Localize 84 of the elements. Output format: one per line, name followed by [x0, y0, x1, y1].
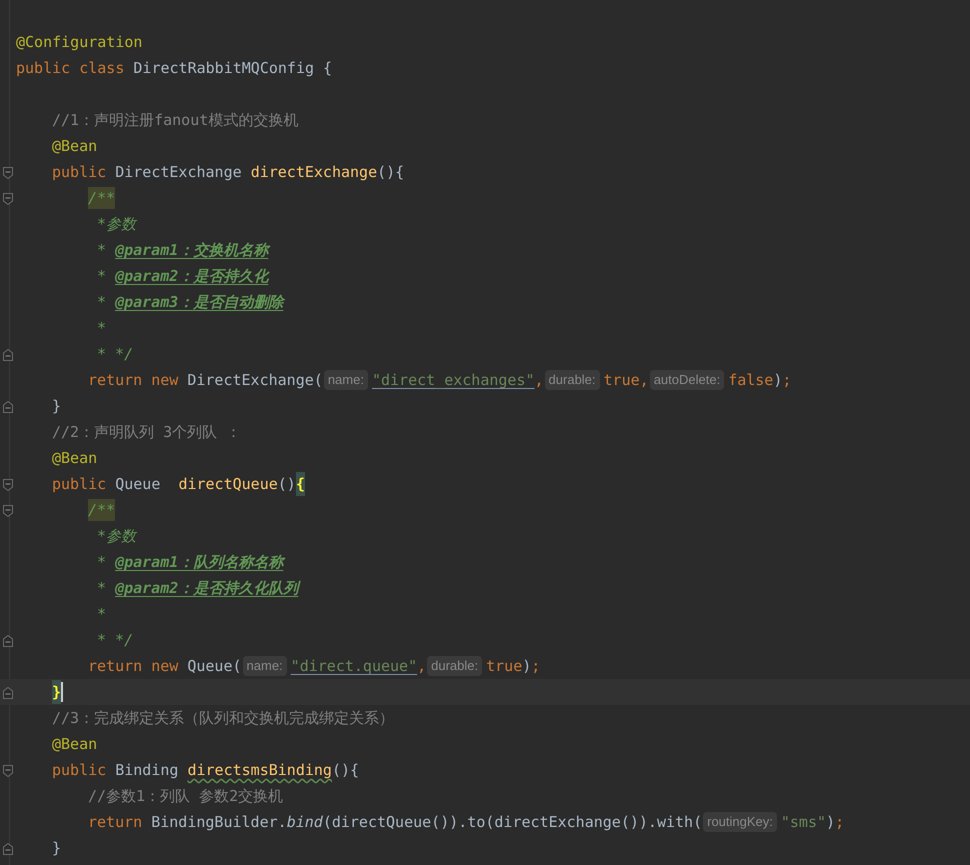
code-text: ()	[278, 474, 296, 495]
annotation: @Bean	[52, 448, 98, 469]
doc-comment: * */	[97, 344, 134, 365]
code-text: }	[52, 396, 62, 417]
keyword: public	[52, 162, 108, 183]
doc-comment: *参数	[97, 526, 136, 547]
code-text: DirectExchange(	[187, 370, 323, 391]
doc-comment: *	[97, 266, 108, 287]
annotation: @Bean	[52, 136, 98, 157]
keyword: public	[52, 760, 108, 781]
doc-comment: *	[97, 318, 106, 339]
string-literal: "direct_exchanges"	[372, 370, 535, 391]
fold-icon[interactable]	[3, 764, 13, 776]
parameter-hint: autoDelete:	[650, 370, 724, 390]
keyword: ,	[534, 370, 544, 391]
code-text: )	[826, 812, 836, 833]
code-text: BindingBuilder.	[151, 812, 287, 833]
fold-icon[interactable]	[3, 192, 13, 204]
fold-icon[interactable]	[3, 166, 13, 178]
brace: }	[52, 680, 62, 704]
doc-comment: *	[97, 552, 108, 573]
code-text: (){	[332, 760, 360, 781]
code-editor[interactable]	[0, 0, 970, 865]
string-literal: "sms"	[780, 812, 826, 833]
keyword: return new	[88, 370, 180, 391]
fold-icon[interactable]	[3, 504, 13, 516]
keyword: public class	[16, 58, 126, 79]
parameter-hint: name:	[242, 656, 287, 676]
method-name: directsmsBinding	[187, 760, 332, 781]
code-text: )	[773, 370, 782, 391]
doc-param-tag: @param1：交换机名称	[115, 237, 268, 263]
code-text: }	[52, 838, 62, 859]
doc-comment: *	[97, 578, 108, 599]
text-cursor	[61, 682, 64, 702]
method-name: directExchange	[250, 162, 378, 183]
code-text: (directQueue()).to(directExchange()).with(	[322, 812, 702, 833]
keyword: ;	[782, 370, 792, 391]
brace: {	[296, 472, 305, 496]
parameter-hint: routingKey:	[703, 812, 777, 832]
keyword: false	[728, 370, 774, 391]
fold-end-icon[interactable]	[3, 842, 13, 854]
code-text: Queue	[115, 474, 162, 495]
annotation: @Bean	[52, 734, 98, 755]
code-text: DirectRabbitMQConfig {	[133, 58, 332, 79]
code-comment: //2：声明队列 3个列队 ：	[52, 422, 242, 443]
keyword: ;	[531, 656, 540, 677]
keyword: public	[52, 474, 108, 495]
keyword: return	[88, 812, 144, 833]
doc-param-tag: @param3：是否自动删除	[115, 289, 284, 315]
fold-icon[interactable]	[3, 478, 13, 490]
code-text: Binding	[115, 760, 180, 781]
fold-end-icon[interactable]	[3, 400, 13, 412]
method-call: bind	[286, 812, 323, 833]
doc-comment: /**	[88, 499, 116, 521]
fold-end-icon[interactable]	[3, 634, 13, 646]
fold-end-icon[interactable]	[3, 348, 13, 360]
doc-comment: * */	[97, 630, 134, 651]
parameter-hint: durable:	[544, 370, 600, 390]
keyword: return new	[88, 656, 180, 677]
code-text: DirectExchange	[115, 162, 243, 183]
annotation: @Configuration	[16, 32, 142, 53]
doc-comment: *	[97, 604, 106, 625]
string-literal: "direct.queue"	[290, 656, 418, 677]
method-name: directQueue	[178, 474, 278, 495]
code-comment: //3：完成绑定关系（队列和交换机完成绑定关系）	[52, 708, 394, 729]
doc-param-tag: @param2：是否持久化队列	[115, 575, 298, 601]
code-comment: //参数1：列队 参数2交换机	[88, 786, 284, 807]
keyword: true	[486, 656, 522, 677]
code-comment: //1：声明注册fanout模式的交换机	[52, 110, 298, 131]
keyword: ;	[835, 812, 844, 833]
fold-end-icon[interactable]	[3, 686, 13, 698]
doc-comment: *	[97, 292, 108, 313]
doc-param-tag: @param2：是否持久化	[115, 263, 268, 289]
code-text: Queue(	[187, 656, 242, 677]
keyword: true,	[604, 370, 649, 391]
parameter-hint: name:	[324, 370, 368, 390]
doc-comment: /**	[88, 187, 116, 209]
keyword: ,	[417, 656, 426, 677]
code-text: )	[522, 656, 532, 677]
doc-param-tag: @param1：队列名称名称	[115, 549, 284, 575]
parameter-hint: durable:	[427, 656, 482, 676]
doc-comment: *参数	[97, 214, 136, 235]
code-text: (){	[377, 162, 404, 183]
doc-comment: *	[97, 240, 108, 261]
